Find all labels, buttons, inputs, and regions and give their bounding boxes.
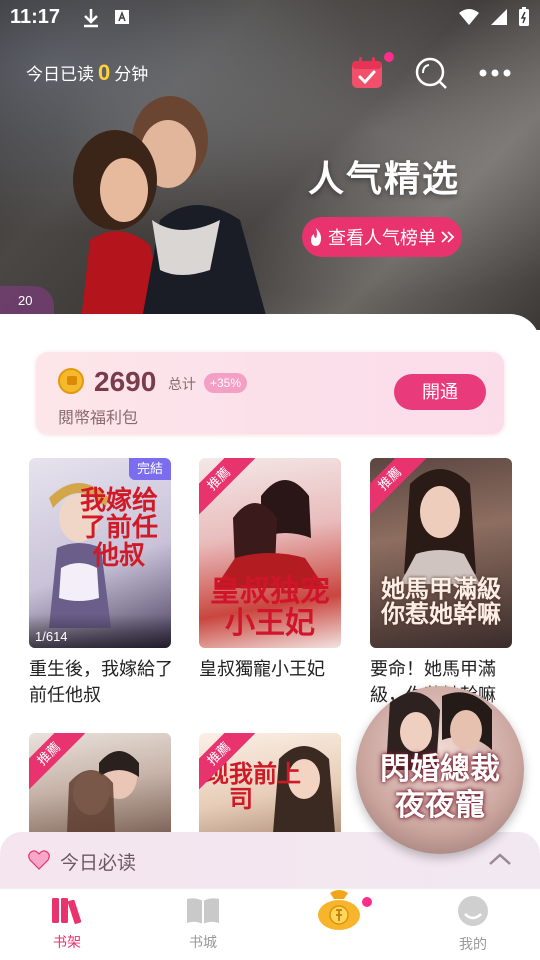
chapter-progress: 1/614 <box>35 629 68 644</box>
heart-icon <box>28 850 50 870</box>
flame-icon <box>311 228 322 246</box>
status-bar: 11:17 <box>0 0 540 36</box>
checkin-button[interactable] <box>350 52 394 90</box>
double-chevron-right-icon <box>441 231 455 243</box>
cover-title-art: 皇叔独宠小王妃 <box>210 574 330 641</box>
banner-page-indicator: 20 <box>0 286 54 314</box>
book-cover[interactable]: 推薦 <box>29 733 171 833</box>
top-actions <box>350 52 512 90</box>
calendar-check-icon <box>352 57 382 88</box>
book-cover[interactable]: 我嫁给了前任他叔 完結 1/614 <box>29 458 171 648</box>
welfare-badge <box>362 897 372 907</box>
profile-icon <box>458 896 488 926</box>
bottom-navigation: 书架 书城 我的 <box>0 888 540 960</box>
search-icon[interactable] <box>414 56 448 90</box>
signal-icon <box>491 9 507 25</box>
nav-bookshelf-label: 书架 <box>53 934 81 950</box>
app-screen: 11:17 今日已读 0 分钟 人气精选 查看人气榜单 20 2690 总计 +… <box>0 0 540 960</box>
daily-must-read-label: 今日必读 <box>60 853 137 874</box>
battery-icon <box>519 7 529 26</box>
cover-illustration <box>67 751 139 833</box>
book-cover[interactable]: 发现我前上司 推薦 <box>199 733 341 833</box>
cover-title-art: 她馬甲滿級你惹她幹嘛 <box>381 574 501 629</box>
completed-badge: 完結 <box>128 458 171 480</box>
open-book-icon <box>187 898 219 924</box>
bookshelf-icon <box>52 898 82 924</box>
reading-time: 今日已读 0 分钟 <box>26 60 148 86</box>
view-ranking-button[interactable]: 查看人气榜单 <box>302 217 462 257</box>
coin-package-label: 閱幣福利包 <box>58 410 139 427</box>
checkin-badge <box>384 52 394 62</box>
nav-profile[interactable]: 我的 <box>428 895 518 954</box>
nav-bookstore[interactable]: 书城 <box>158 895 248 952</box>
hero-title: 人气精选 <box>308 158 461 199</box>
coin-package-card[interactable]: 2690 总计 +35% 閱幣福利包 開通 <box>36 352 504 434</box>
book-cover[interactable]: 她馬甲滿級你惹她幹嘛 推薦 <box>370 458 512 648</box>
floating-promo-book[interactable]: 閃婚總裁 夜夜寵 <box>356 686 524 854</box>
read-minutes: 0 <box>98 60 111 85</box>
coin-amount: 2690 <box>94 366 157 397</box>
promo-title-line2: 夜夜寵 <box>395 788 485 823</box>
book-cover[interactable]: 皇叔独宠小王妃 推薦 <box>199 458 341 648</box>
download-icon <box>84 9 98 28</box>
view-ranking-label: 查看人气榜单 <box>328 228 436 248</box>
nav-bookshelf[interactable]: 书架 <box>22 895 112 952</box>
cover-illustration <box>400 469 480 584</box>
read-suffix: 分钟 <box>114 65 149 84</box>
money-bag-icon <box>318 890 360 930</box>
open-package-button[interactable]: 開通 <box>394 374 486 410</box>
font-a-icon <box>115 10 129 24</box>
status-time: 11:17 <box>10 6 61 28</box>
chevron-up-icon[interactable] <box>488 852 512 866</box>
book-title[interactable]: 皇叔獨寵小王妃 <box>199 656 349 682</box>
nav-profile-label: 我的 <box>459 936 487 952</box>
cover-title-art: 我嫁给了前任他叔 <box>79 486 158 571</box>
more-icon[interactable] <box>478 68 512 78</box>
wifi-icon <box>459 9 479 25</box>
coin-total-label: 总计 <box>168 376 196 392</box>
hero-banner[interactable]: 11:17 今日已读 0 分钟 人气精选 查看人气榜单 20 <box>0 0 540 330</box>
promo-title-line1: 閃婚總裁 <box>380 752 500 787</box>
read-prefix: 今日已读 <box>26 65 94 84</box>
nav-bookstore-label: 书城 <box>189 934 217 950</box>
coin-icon <box>58 368 84 394</box>
nav-welfare[interactable] <box>294 890 384 938</box>
hero-couple-image <box>73 96 270 330</box>
cover-illustration <box>215 480 325 588</box>
book-title[interactable]: 重生後，我嫁給了前任他叔 <box>29 656 179 708</box>
coin-bonus-badge: +35% <box>204 373 248 393</box>
